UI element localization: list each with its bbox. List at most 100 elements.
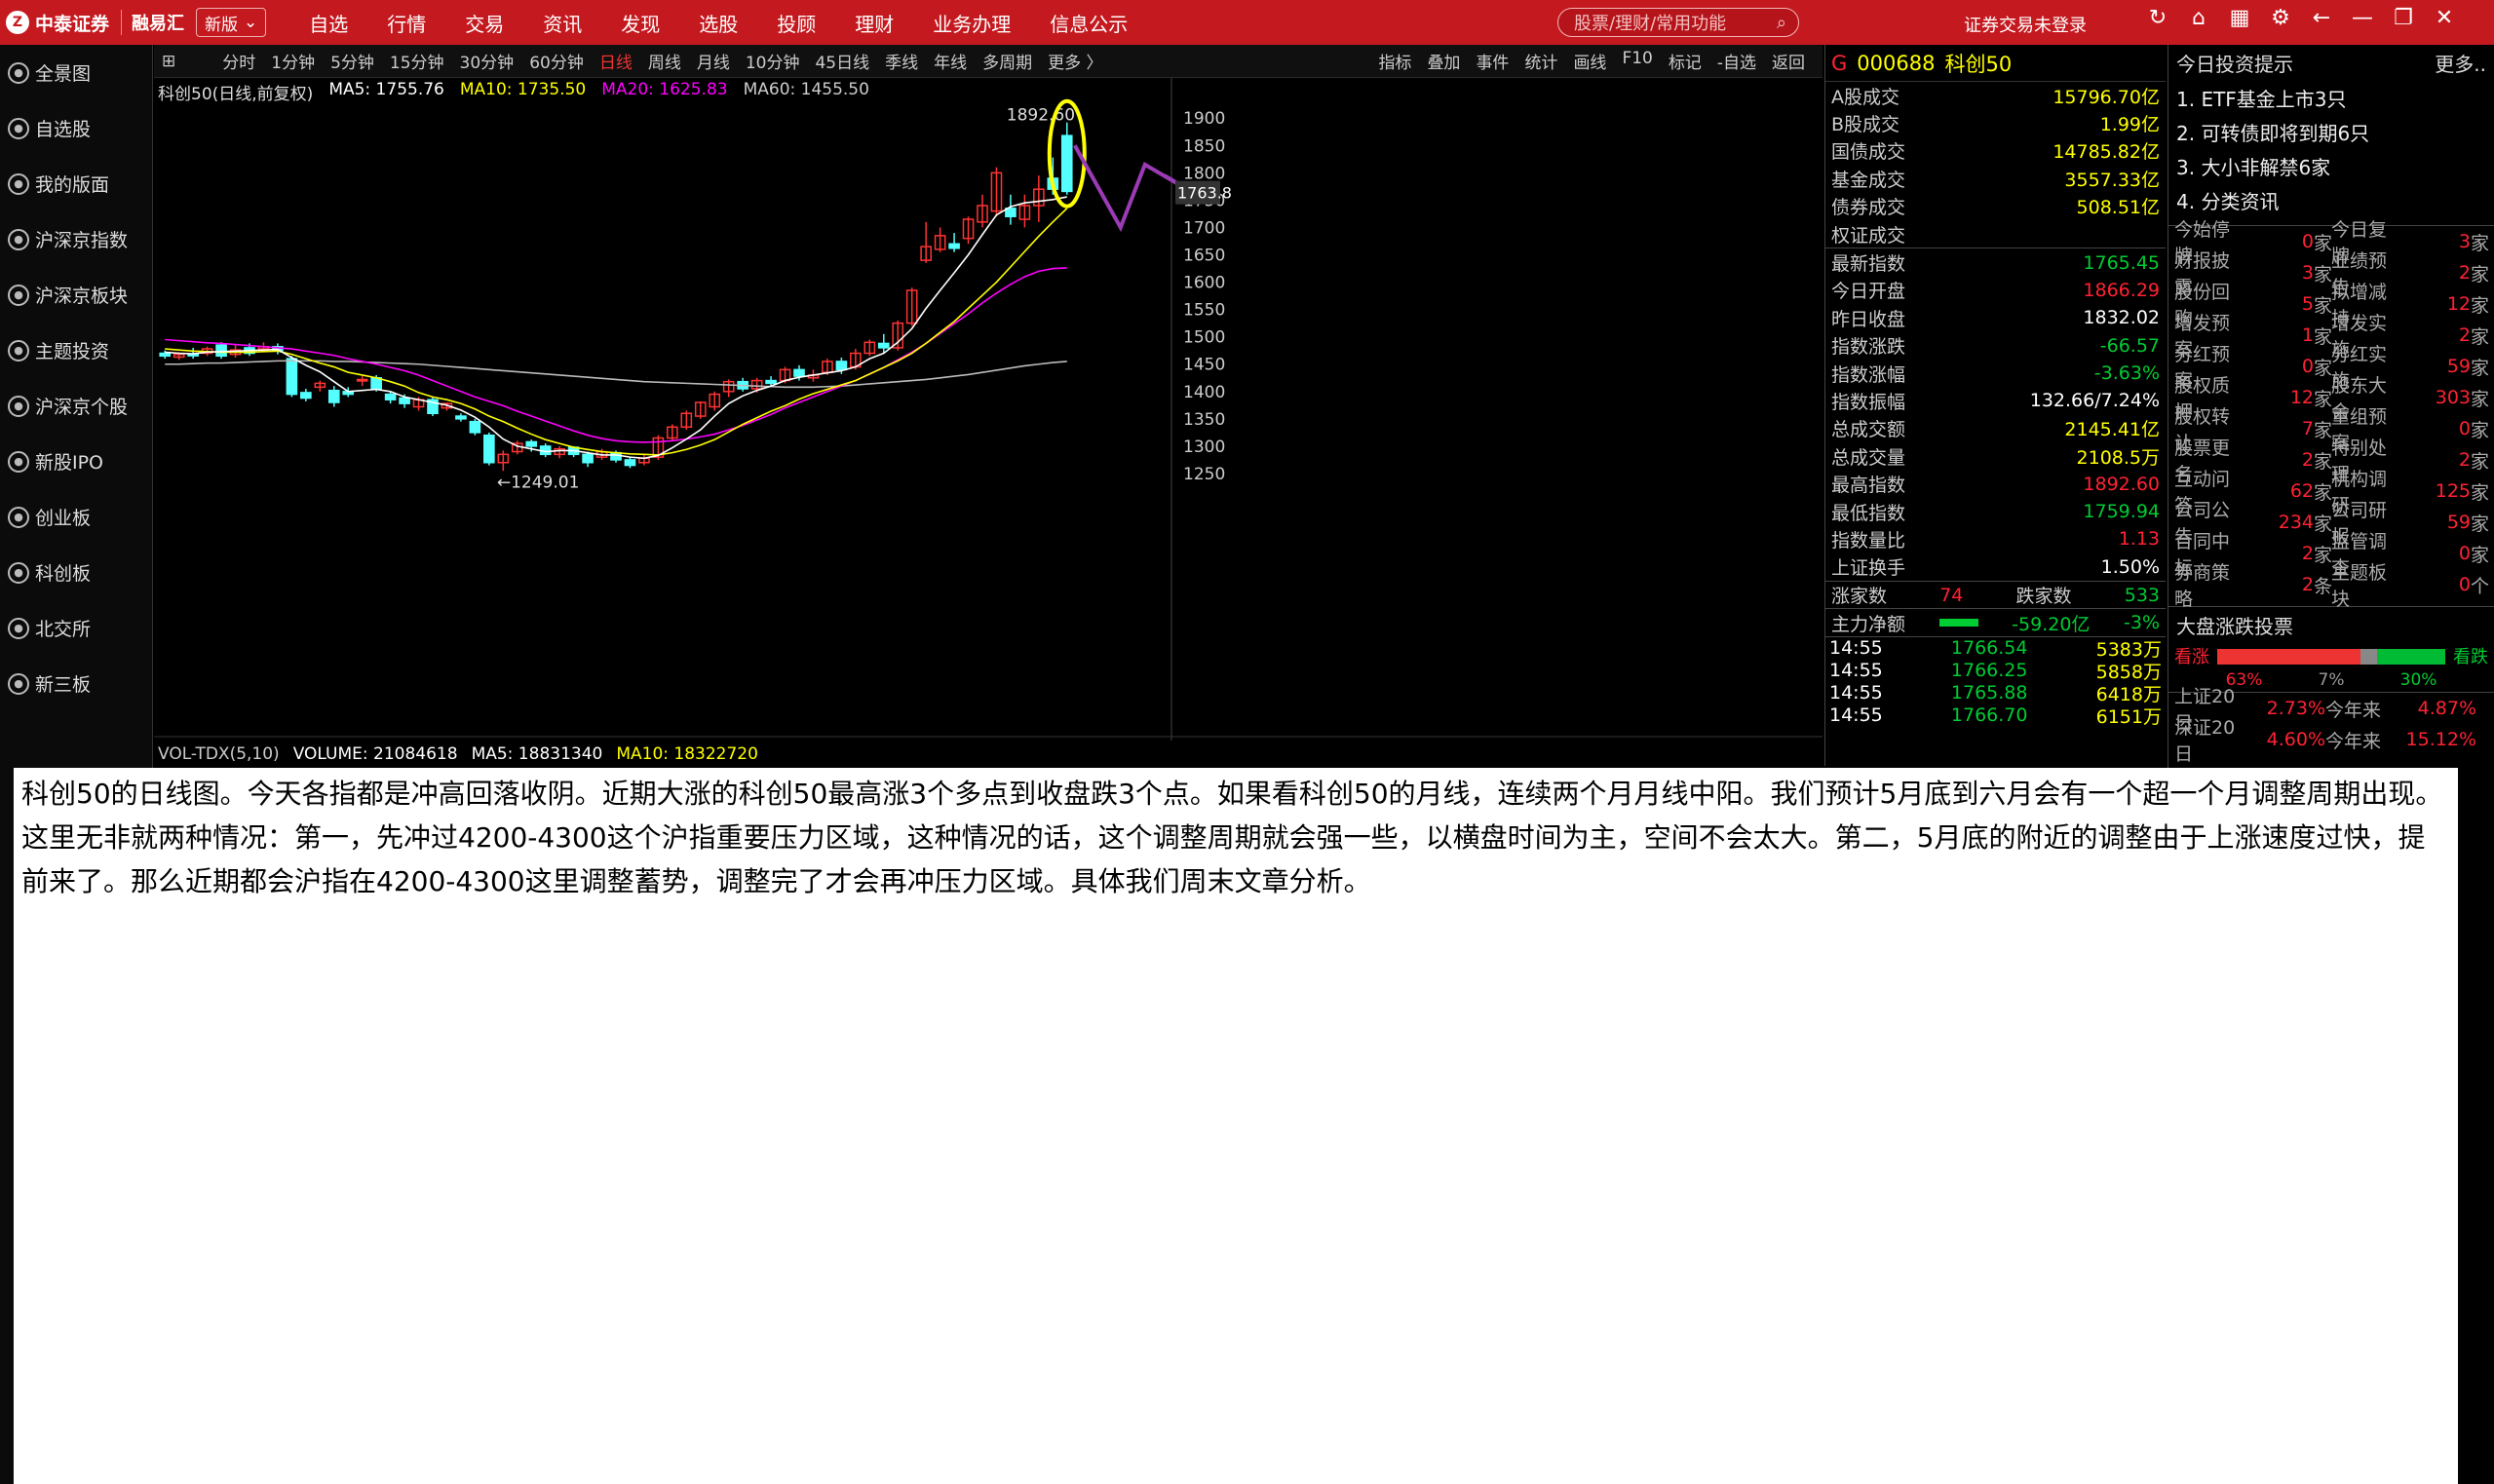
event-label[interactable]: 券商策略 — [2174, 558, 2246, 611]
tick-price: 1766.54 — [1950, 637, 2028, 660]
tool-button[interactable]: 事件 — [1468, 49, 1516, 73]
close-icon[interactable]: ✕ — [2431, 6, 2458, 30]
sidebar-item[interactable]: ● 全景图 — [0, 45, 152, 100]
bear-pct: 30% — [2399, 670, 2437, 690]
period-tab[interactable]: 30分钟 — [452, 49, 522, 73]
tip-item[interactable]: 2. 可转债即将到期6只 — [2168, 115, 2494, 149]
login-status[interactable]: 证券交易未登录 — [1964, 12, 2087, 37]
tool-button[interactable]: 标记 — [1661, 49, 1709, 73]
sidebar-icon: ● — [8, 339, 29, 361]
tool-button[interactable]: F10 — [1614, 49, 1660, 73]
menu-item[interactable]: 信息公示 — [1030, 9, 1147, 37]
quote-panel: G 000688 科创50 A股成交 15796.70亿 B股成交 1.99亿 国债成交… — [1824, 45, 2166, 766]
shirt-icon[interactable]: ⌂ — [2185, 6, 2212, 30]
search-input[interactable]: 股票/理财/常用功能 ⌕ — [1557, 8, 1799, 37]
app-logo[interactable]: Z 中泰证券 融易汇 — [0, 0, 184, 45]
sidebar-item[interactable]: ● 沪深京指数 — [0, 211, 152, 267]
menu-item[interactable]: 投顾 — [757, 9, 835, 37]
sidebar-item[interactable]: ● 科创板 — [0, 545, 152, 600]
stat-row: 昨日收盘 1832.02 — [1825, 304, 2166, 331]
menu-item[interactable]: 行情 — [367, 9, 445, 37]
vote-bear-button[interactable]: 看跌 — [2453, 643, 2488, 668]
period-tab[interactable]: 季线 — [877, 49, 926, 73]
tool-button[interactable]: 画线 — [1565, 49, 1614, 73]
event-unit: 家 — [2314, 419, 2333, 441]
sidebar-item[interactable]: ● 自选股 — [0, 100, 152, 156]
tip-item[interactable]: 1. ETF基金上市3只 — [2168, 81, 2494, 115]
event-label[interactable]: 主题板块 — [2331, 558, 2403, 611]
menu-item[interactable]: 交易 — [445, 9, 523, 37]
sidebar-item[interactable]: ● 我的版面 — [0, 156, 152, 211]
menu-item[interactable]: 理财 — [835, 9, 913, 37]
period-tab[interactable]: 年线 — [926, 49, 975, 73]
tool-button[interactable]: 返回 — [1764, 49, 1813, 73]
tips-more-link[interactable]: 更多.. — [2435, 49, 2486, 77]
period-tab[interactable]: 1分钟 — [263, 49, 323, 73]
down-label: 跌家数 — [2015, 586, 2072, 608]
collapse-icon[interactable]: ⊞ — [162, 52, 175, 71]
settings-icon[interactable]: ⚙ — [2267, 6, 2294, 30]
price-tick-label: 1700 — [1183, 218, 1225, 238]
tip-item[interactable]: 3. 大小非解禁6家 — [2168, 149, 2494, 183]
sidebar-icon: ● — [8, 561, 29, 584]
tool-button[interactable]: -自选 — [1709, 49, 1764, 73]
event-count: 303 — [2435, 387, 2471, 408]
menu-item[interactable]: 发现 — [601, 9, 679, 37]
vol-indicator[interactable]: VOL-TDX(5,10) — [158, 744, 280, 764]
period-tab[interactable]: 15分钟 — [382, 49, 452, 73]
event-count: 0 — [2301, 356, 2314, 377]
vol-ma10-label: MA10: 18322720 — [616, 744, 758, 764]
tick-time: 14:55 — [1829, 660, 1883, 682]
sidebar-item[interactable]: ● 北交所 — [0, 600, 152, 656]
tip-item[interactable]: 4. 分类资讯 — [2168, 183, 2494, 217]
tool-button[interactable]: 统计 — [1516, 49, 1565, 73]
period-tab[interactable]: 60分钟 — [521, 49, 592, 73]
menu-item[interactable]: 自选 — [289, 9, 367, 37]
period-tab[interactable]: 月线 — [689, 49, 738, 73]
search-icon[interactable]: ⌕ — [1777, 13, 1786, 33]
ma10-line — [165, 208, 1068, 456]
vote-bull-button[interactable]: 看涨 — [2174, 643, 2209, 668]
cursor-price-label: 1763.8 — [1177, 184, 1232, 203]
event-count: 7 — [2301, 418, 2314, 439]
tool-button[interactable]: 指标 — [1370, 49, 1419, 73]
period-tab[interactable]: 5分钟 — [323, 49, 382, 73]
stat-value: 2145.41亿 — [2064, 419, 2160, 441]
perf-value: 4.87% — [2417, 698, 2476, 719]
sidebar-item[interactable]: ● 沪深京板块 — [0, 267, 152, 323]
grid-icon[interactable]: ▦ — [2226, 6, 2253, 30]
sidebar-item[interactable]: ● 新三板 — [0, 656, 152, 711]
menu-item[interactable]: 选股 — [679, 9, 757, 37]
minimize-icon[interactable]: — — [2349, 6, 2376, 30]
period-tab[interactable]: 分时 — [214, 49, 263, 73]
period-tab[interactable]: 周线 — [640, 49, 689, 73]
stat-label: 昨日收盘 — [1831, 308, 1906, 330]
candle-body — [610, 451, 622, 461]
event-unit: 家 — [2471, 232, 2490, 254]
refresh-icon[interactable]: ↻ — [2144, 6, 2171, 30]
period-tab[interactable]: 更多 〉 — [1040, 49, 1110, 73]
menu-item[interactable]: 资讯 — [523, 9, 601, 37]
back-icon[interactable]: ← — [2308, 6, 2335, 30]
stat-value: 132.66/7.24% — [2029, 390, 2160, 412]
candle-body — [356, 378, 368, 382]
event-unit: 家 — [2314, 481, 2333, 504]
tool-button[interactable]: 叠加 — [1419, 49, 1468, 73]
sidebar-item[interactable]: ● 新股IPO — [0, 434, 152, 489]
tick-time: 14:55 — [1829, 682, 1883, 704]
period-tab[interactable]: 多周期 — [975, 49, 1040, 73]
event-unit: 家 — [2471, 513, 2490, 535]
market-label: 国债成交 — [1831, 141, 1906, 164]
flow-label: 主力净额 — [1831, 613, 1906, 635]
period-tab[interactable]: 10分钟 — [738, 49, 808, 73]
stat-label: 指数涨跌 — [1831, 336, 1906, 359]
menu-item[interactable]: 业务办理 — [913, 9, 1030, 37]
restore-icon[interactable]: ❐ — [2390, 6, 2417, 30]
sidebar-item[interactable]: ● 主题投资 — [0, 323, 152, 378]
kline-chart[interactable]: 1900185018001750170016501600155015001450… — [154, 78, 1823, 741]
period-tab[interactable]: 45日线 — [807, 49, 877, 73]
version-dropdown[interactable]: 新版 ⌄ — [196, 8, 267, 37]
period-tab[interactable]: 日线 — [592, 49, 640, 73]
sidebar-item[interactable]: ● 创业板 — [0, 489, 152, 545]
sidebar-item[interactable]: ● 沪深京个股 — [0, 378, 152, 434]
